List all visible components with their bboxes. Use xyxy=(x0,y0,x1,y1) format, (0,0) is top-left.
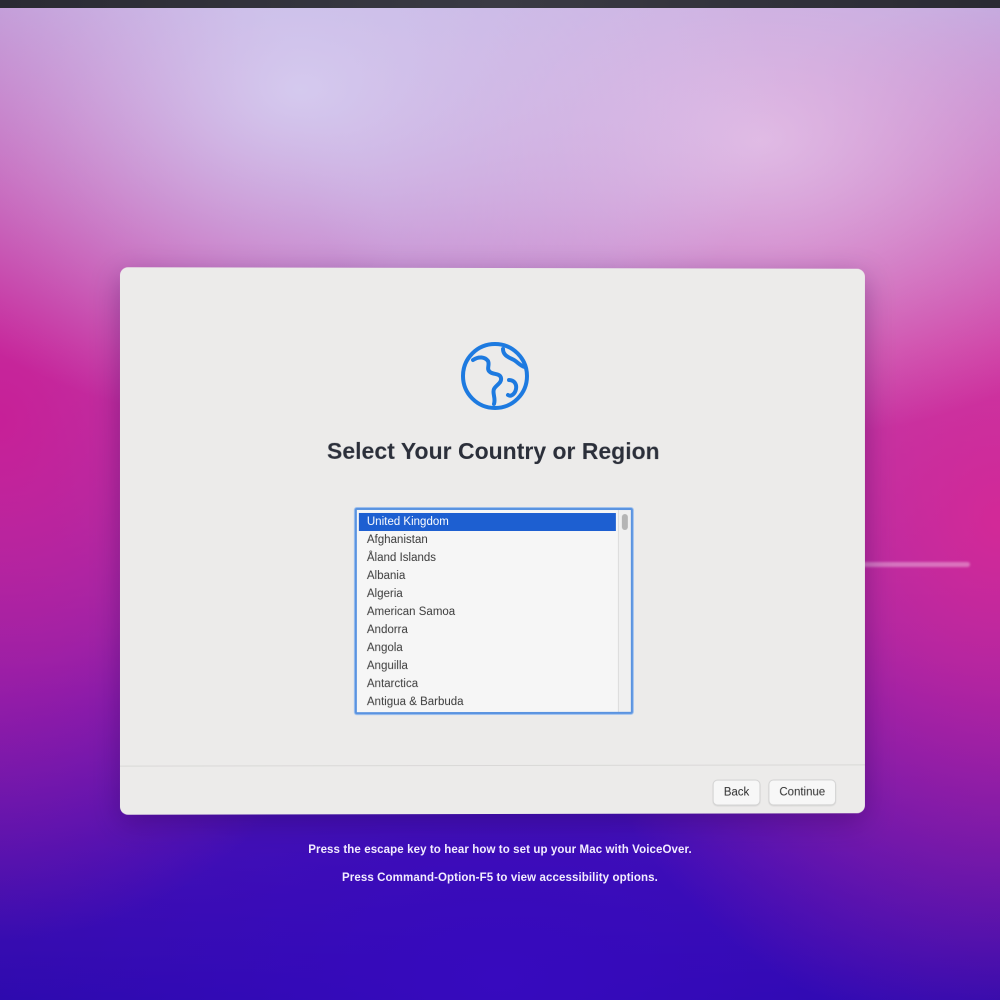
list-item[interactable]: Antarctica xyxy=(359,675,616,693)
screen-bezel xyxy=(0,0,1000,8)
list-item[interactable]: Albania xyxy=(359,567,616,585)
globe-icon xyxy=(460,342,530,411)
continue-button[interactable]: Continue xyxy=(768,779,837,806)
accessibility-hint: Press Command-Option-F5 to view accessib… xyxy=(342,872,658,884)
screen-glare xyxy=(860,562,970,567)
list-item[interactable]: Åland Islands xyxy=(359,549,616,567)
list-item-selected[interactable]: United Kingdom xyxy=(358,512,616,532)
scrollbar-thumb[interactable] xyxy=(621,514,628,531)
list-item[interactable]: Angola xyxy=(359,639,616,657)
list-item[interactable]: Anguilla xyxy=(359,657,616,675)
list-item[interactable]: Algeria xyxy=(359,585,616,603)
country-list-items: United Kingdom Afghanistan Åland Islands… xyxy=(358,512,616,711)
list-item[interactable]: Afghanistan xyxy=(359,531,616,549)
list-item[interactable]: Antigua & Barbuda xyxy=(359,693,616,711)
list-item[interactable]: Andorra xyxy=(359,621,616,639)
list-item[interactable]: American Samoa xyxy=(359,603,616,621)
setup-assistant-panel: Select Your Country or Region United Kin… xyxy=(119,267,865,815)
page-title: Select Your Country or Region xyxy=(326,437,660,465)
footer-divider xyxy=(119,764,865,767)
voiceover-hint: Press the escape key to hear how to set … xyxy=(308,844,692,856)
country-list[interactable]: United Kingdom Afghanistan Åland Islands… xyxy=(354,507,633,715)
back-button[interactable]: Back xyxy=(712,779,761,806)
scrollbar-track[interactable] xyxy=(617,510,631,712)
